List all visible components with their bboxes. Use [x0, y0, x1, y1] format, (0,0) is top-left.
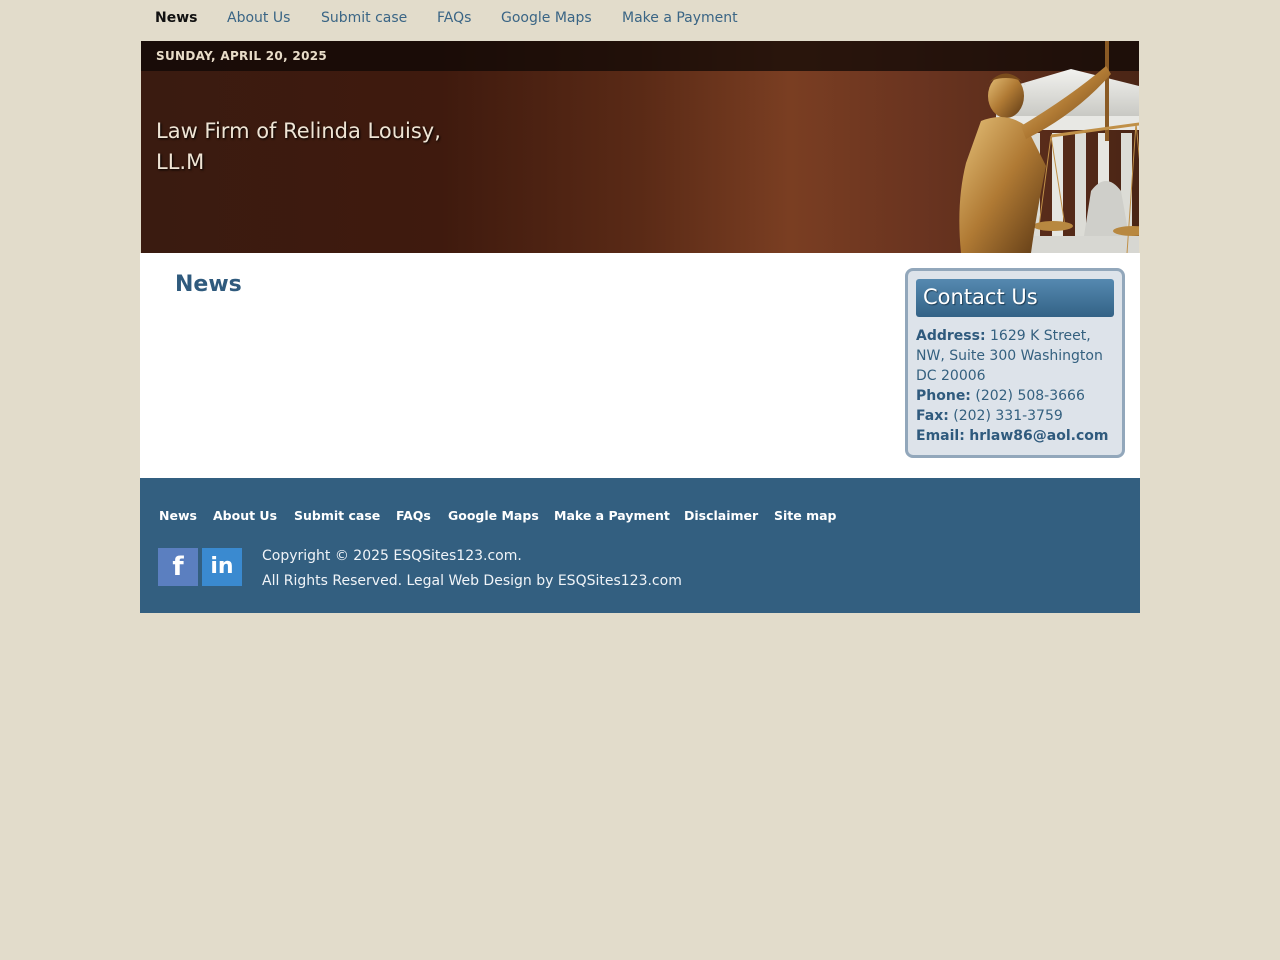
- phone-label: Phone:: [916, 388, 971, 404]
- fax-line: Fax: (202) 331-3759: [916, 406, 1116, 426]
- address-label: Address:: [916, 328, 986, 344]
- lady-justice-courthouse-image: [959, 41, 1139, 253]
- nav-news[interactable]: News: [155, 10, 197, 26]
- nav-make-a-payment[interactable]: Make a Payment: [622, 10, 738, 26]
- facebook-button[interactable]: f: [158, 548, 198, 586]
- fax-value: (202) 331-3759: [953, 408, 1063, 424]
- footer-link-google-maps[interactable]: Google Maps: [448, 508, 539, 523]
- footer-link-disclaimer[interactable]: Disclaimer: [684, 508, 758, 523]
- nav-faqs[interactable]: FAQs: [437, 10, 471, 26]
- main-content: News Contact Us Address: 1629 K Street, …: [140, 253, 1140, 478]
- fax-label: Fax:: [916, 408, 949, 424]
- top-nav: News About Us Submit case FAQs Google Ma…: [140, 0, 1140, 40]
- email-label: Email:: [916, 428, 965, 444]
- email-line: Email: hrlaw86@aol.com: [916, 426, 1116, 446]
- header-banner: SUNDAY, APRIL 20, 2025 Law Firm of Relin…: [141, 41, 1139, 253]
- linkedin-button[interactable]: in: [202, 548, 242, 586]
- address-line: Address: 1629 K Street, NW, Suite 300 Wa…: [916, 326, 1116, 386]
- current-date: SUNDAY, APRIL 20, 2025: [156, 49, 328, 63]
- footer-link-site-map[interactable]: Site map: [774, 508, 837, 523]
- contact-us-box: Contact Us Address: 1629 K Street, NW, S…: [905, 268, 1125, 458]
- facebook-icon: f: [172, 552, 184, 582]
- nav-submit-case[interactable]: Submit case: [321, 10, 407, 26]
- footer-link-about-us[interactable]: About Us: [213, 508, 277, 523]
- email-link[interactable]: hrlaw86@aol.com: [969, 428, 1108, 444]
- linkedin-icon: in: [210, 554, 234, 579]
- contact-us-title: Contact Us: [923, 285, 1038, 309]
- nav-about-us[interactable]: About Us: [227, 10, 290, 26]
- contact-info: Address: 1629 K Street, NW, Suite 300 Wa…: [916, 326, 1116, 446]
- footer: News About Us Submit case FAQs Google Ma…: [140, 478, 1140, 613]
- copyright: Copyright © 2025 ESQSites123.com. All Ri…: [262, 544, 682, 594]
- nav-google-maps[interactable]: Google Maps: [501, 10, 592, 26]
- contact-us-header: Contact Us: [916, 279, 1114, 317]
- phone-line: Phone: (202) 508-3666: [916, 386, 1116, 406]
- footer-link-news[interactable]: News: [159, 508, 197, 523]
- rights-line: All Rights Reserved. Legal Web Design by…: [262, 573, 682, 589]
- page-title: News: [175, 272, 242, 297]
- footer-link-submit-case[interactable]: Submit case: [294, 508, 380, 523]
- firm-name: Law Firm of Relinda Louisy, LL.M: [156, 119, 441, 174]
- footer-link-make-a-payment[interactable]: Make a Payment: [554, 508, 670, 523]
- footer-link-faqs[interactable]: FAQs: [396, 508, 431, 523]
- copyright-line: Copyright © 2025 ESQSites123.com.: [262, 548, 522, 564]
- phone-value: (202) 508-3666: [975, 388, 1085, 404]
